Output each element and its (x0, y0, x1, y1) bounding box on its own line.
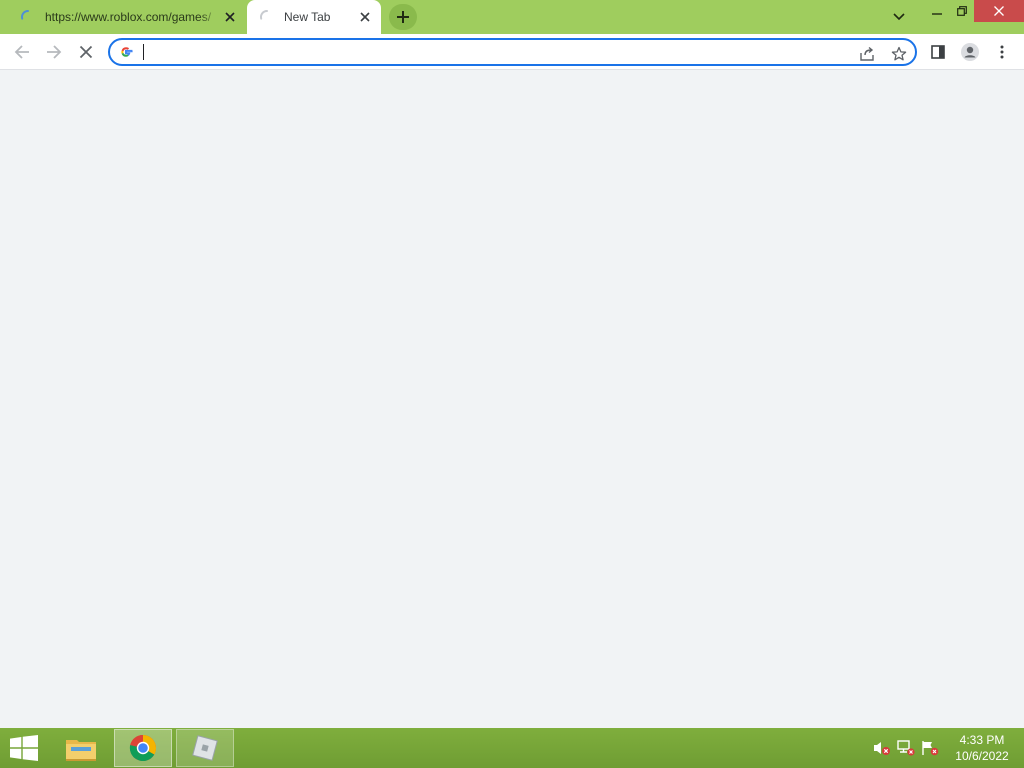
address-bar[interactable] (108, 38, 917, 66)
arrow-left-icon (14, 45, 29, 59)
minimize-icon (932, 13, 942, 15)
window-close-button[interactable] (974, 0, 1024, 22)
chrome-icon (129, 734, 157, 762)
forward-button[interactable] (40, 38, 68, 66)
clock-time: 4:33 PM (959, 733, 1005, 747)
close-icon (79, 45, 93, 59)
start-button[interactable] (0, 728, 48, 768)
close-icon (994, 6, 1004, 16)
star-icon (891, 46, 907, 61)
new-tab-button[interactable] (389, 4, 417, 30)
share-button[interactable] (857, 44, 877, 64)
action-center-flag-icon (922, 741, 939, 756)
avatar-icon (961, 43, 979, 61)
taskbar-roblox[interactable] (176, 729, 234, 767)
taskbar-file-explorer[interactable] (52, 729, 110, 767)
tab-new-tab[interactable]: New Tab (247, 0, 381, 34)
minimize-button[interactable] (924, 0, 950, 22)
chevron-down-icon (893, 13, 905, 21)
file-explorer-icon (66, 740, 96, 761)
tab-roblox[interactable]: https://www.roblox.com/games/ (8, 0, 246, 34)
volume-muted-icon (874, 742, 890, 755)
close-icon (225, 12, 235, 22)
windows-logo-icon (10, 735, 38, 761)
clock-date: 10/6/2022 (955, 749, 1009, 763)
network-tray[interactable] (897, 740, 915, 756)
arrow-right-icon (47, 45, 62, 59)
taskbar: 4:33 PM 10/6/2022 (0, 728, 1024, 768)
page-content (0, 71, 1024, 728)
roblox-icon (192, 735, 218, 761)
profile-button[interactable] (956, 38, 984, 66)
close-icon (360, 12, 370, 22)
browser-toolbar (0, 34, 1024, 70)
restore-button[interactable] (950, 0, 974, 22)
network-error-icon (897, 740, 915, 756)
plus-icon (397, 11, 409, 23)
restore-icon (957, 6, 967, 16)
tab-title: New Tab (284, 10, 331, 24)
volume-tray[interactable] (873, 740, 891, 756)
tab-close-button[interactable] (220, 7, 240, 27)
loading-spinner-icon (259, 9, 268, 20)
tab-strip: https://www.roblox.com/games/ New Tab (0, 0, 1024, 34)
loading-spinner-icon (20, 9, 29, 20)
action-center-tray[interactable] (921, 740, 939, 756)
share-icon (860, 46, 874, 61)
menu-button[interactable] (988, 38, 1016, 66)
address-input[interactable] (143, 42, 843, 62)
side-panel-icon (931, 45, 945, 59)
google-g-icon (121, 47, 133, 57)
back-button[interactable] (8, 38, 36, 66)
tab-search-button[interactable] (887, 6, 911, 28)
tab-close-button[interactable] (355, 7, 375, 27)
system-clock[interactable]: 4:33 PM 10/6/2022 (948, 732, 1016, 764)
more-vertical-icon (1000, 45, 1004, 59)
bookmark-button[interactable] (889, 44, 909, 64)
stop-loading-button[interactable] (72, 38, 100, 66)
tab-title: https://www.roblox.com/games/ (45, 10, 212, 24)
side-panel-button[interactable] (924, 38, 952, 66)
taskbar-chrome[interactable] (114, 729, 172, 767)
